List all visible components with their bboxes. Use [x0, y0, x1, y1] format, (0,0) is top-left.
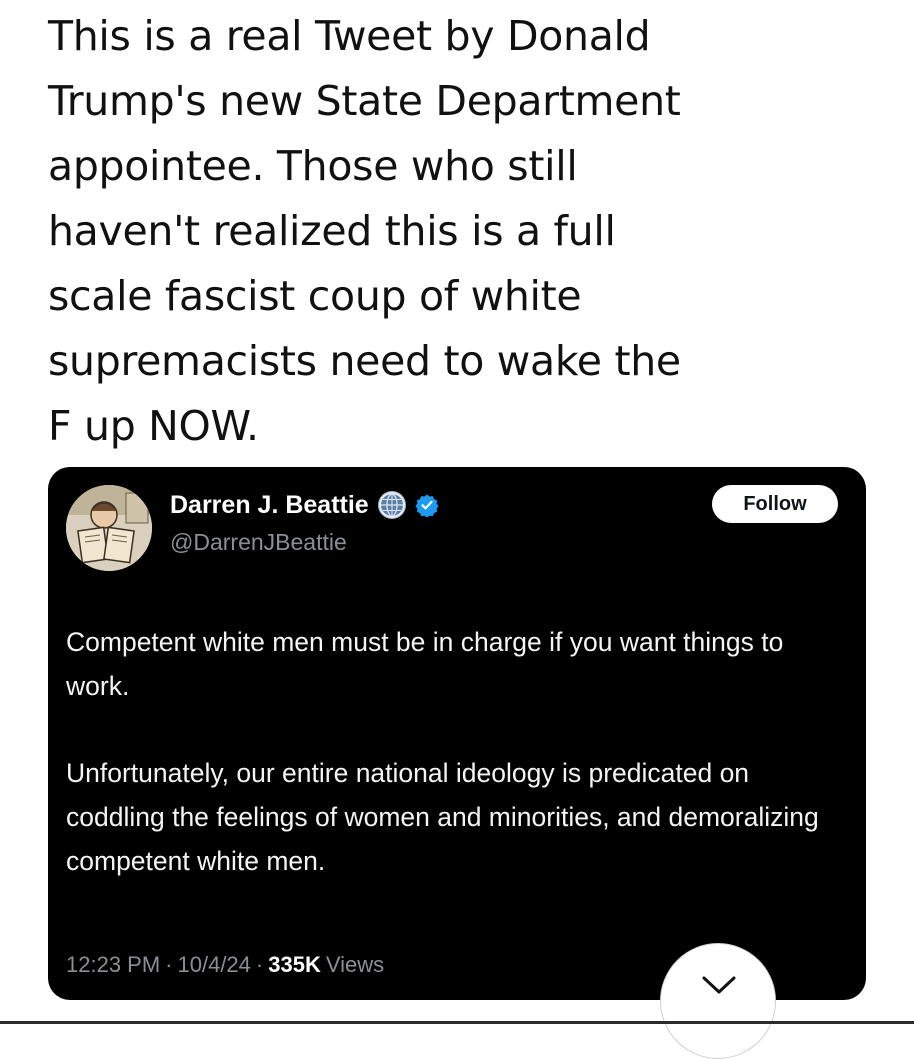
user-handle[interactable]: @DarrenJBeattie — [170, 529, 347, 556]
headline-line: appointee. Those who still — [48, 142, 578, 190]
tweet-body: Competent white men must be in charge if… — [66, 620, 846, 883]
expand-button[interactable] — [660, 943, 776, 1059]
tweet-time[interactable]: 12:23 PM — [66, 952, 160, 978]
headline-line: This is a real Tweet by Donald — [48, 12, 651, 60]
tweet-paragraph: Competent white men must be in charge if… — [66, 627, 784, 701]
headline: This is a real Tweet by Donald Trump's n… — [48, 4, 898, 459]
display-name[interactable]: Darren J. Beattie — [170, 491, 369, 520]
views-label: Views — [325, 952, 385, 977]
verified-icon — [415, 493, 439, 517]
globe-icon — [377, 490, 407, 520]
headline-line: haven't realized this is a full — [48, 207, 616, 255]
chevron-down-icon — [702, 976, 736, 994]
meta-separator: · — [255, 952, 264, 977]
display-name-row: Darren J. Beattie — [170, 487, 439, 523]
meta-separator: · — [165, 952, 173, 977]
avatar-illustration — [66, 485, 152, 571]
headline-line: Trump's new State Department — [48, 77, 681, 125]
tweet-paragraph: Unfortunately, our entire national ideol… — [66, 758, 819, 876]
headline-line: scale fascist coup of white — [48, 272, 582, 320]
tweet-date[interactable]: 10/4/24 — [178, 952, 251, 978]
headline-line: F up NOW. — [48, 402, 259, 450]
views-count: 335K — [268, 952, 321, 977]
headline-line: supremacists need to wake the — [48, 337, 681, 385]
tweet-card: Darren J. Beattie @DarrenJBeattie Follow… — [48, 467, 866, 1059]
follow-button[interactable]: Follow — [712, 485, 838, 523]
avatar[interactable] — [66, 485, 152, 571]
tweet-meta: 12:23 PM · 10/4/24 · 335K Views — [66, 952, 384, 978]
